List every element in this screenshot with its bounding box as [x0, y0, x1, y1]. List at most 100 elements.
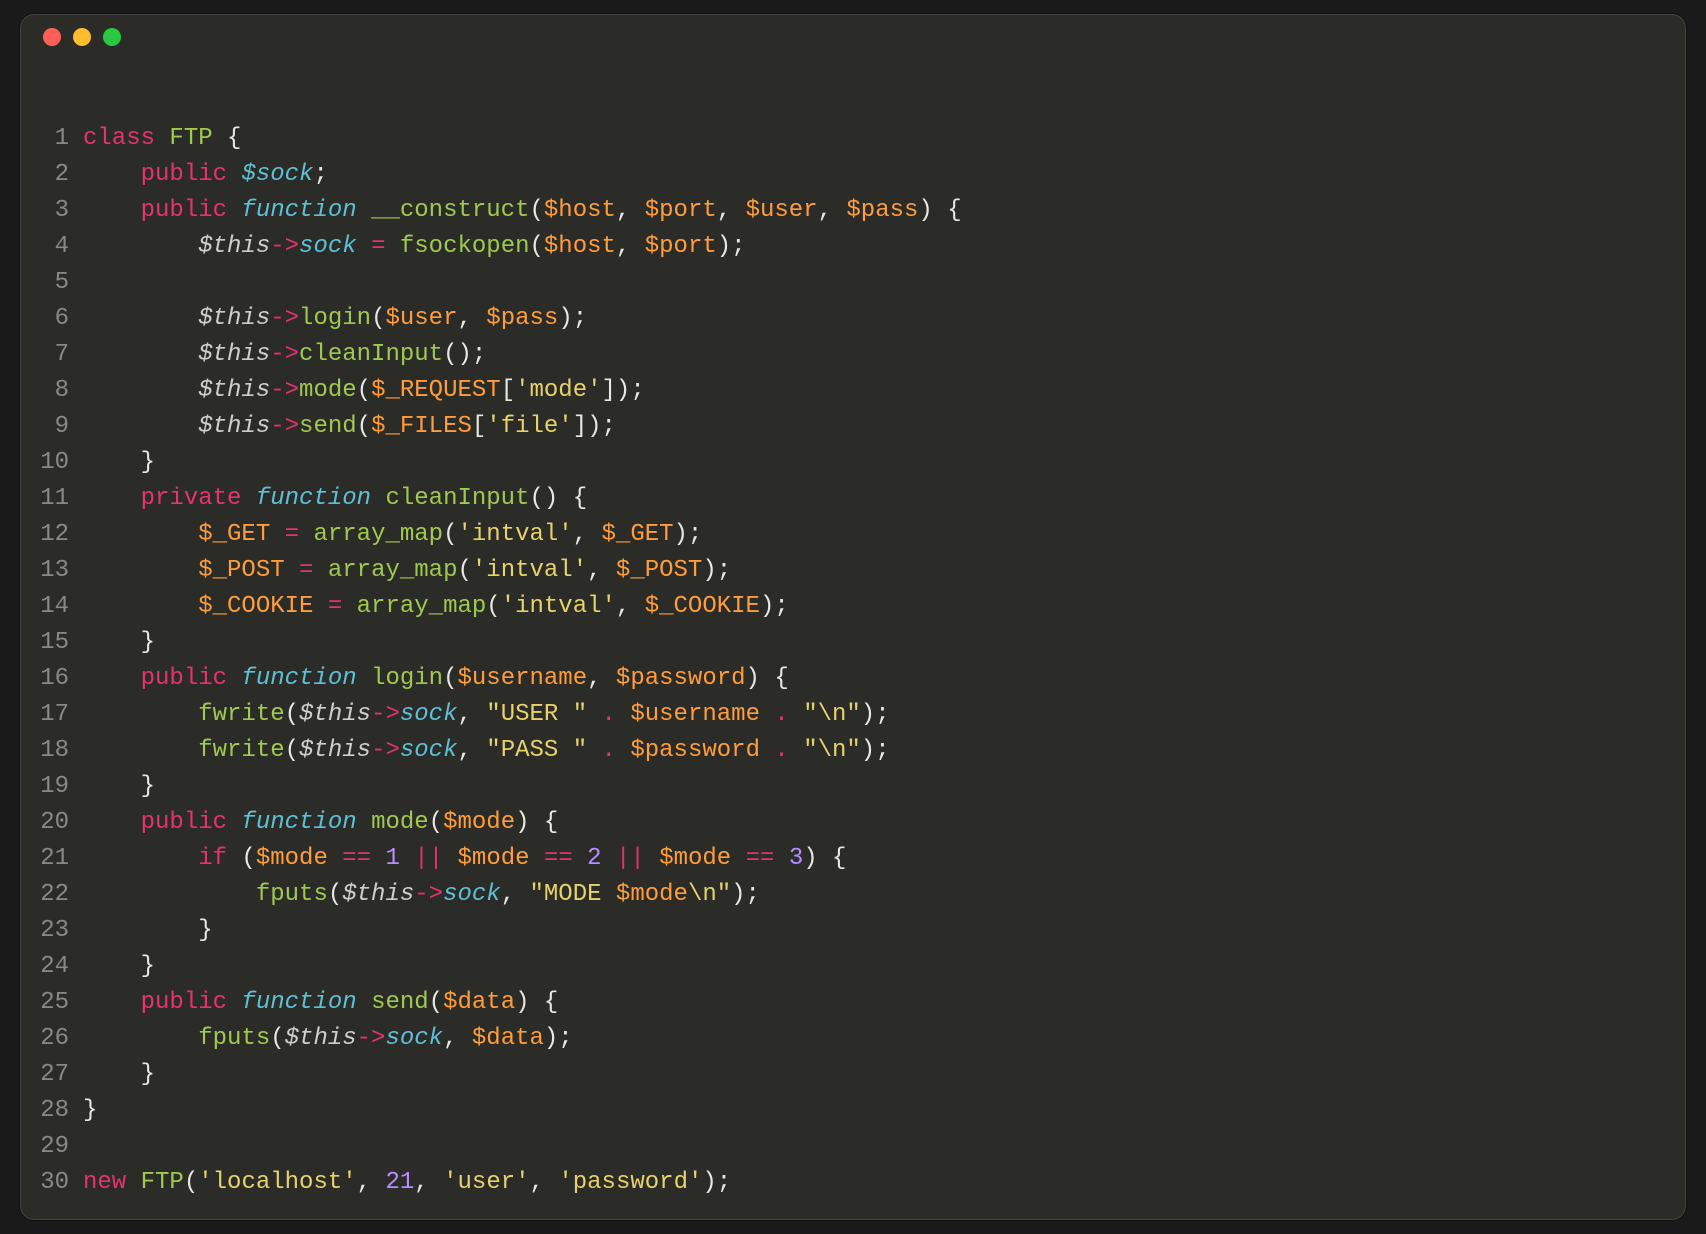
token: -> [270, 305, 299, 332]
code-content[interactable]: public function mode($mode) { [83, 805, 558, 841]
code-content[interactable]: public $sock; [83, 157, 328, 193]
code-editor[interactable]: 1class FTP {2 public $sock;3 public func… [21, 59, 1685, 1201]
token: 1 [385, 845, 399, 872]
code-line[interactable]: 24 } [21, 949, 1685, 985]
token: ( [443, 521, 457, 548]
zoom-icon[interactable] [103, 28, 121, 46]
token: $this [198, 377, 270, 404]
token [357, 233, 371, 260]
token: = [328, 593, 342, 620]
code-content[interactable]: } [83, 625, 155, 661]
code-line[interactable]: 14 $_COOKIE = array_map('intval', $_COOK… [21, 589, 1685, 625]
token: ); [760, 593, 789, 620]
code-line[interactable]: 10 } [21, 445, 1685, 481]
token: ]); [602, 377, 645, 404]
line-number: 17 [21, 697, 83, 733]
code-line[interactable]: 5 [21, 265, 1685, 301]
code-content[interactable]: $this->cleanInput(); [83, 337, 486, 373]
token: == [544, 845, 573, 872]
token: || [616, 845, 645, 872]
token: ( [184, 1169, 198, 1196]
code-line[interactable]: 26 fputs($this->sock, $data); [21, 1021, 1685, 1057]
code-line[interactable]: 11 private function cleanInput() { [21, 481, 1685, 517]
code-content[interactable]: fputs($this->sock, "MODE $mode\n"); [83, 877, 760, 913]
code-line[interactable]: 28} [21, 1093, 1685, 1129]
code-line[interactable]: 22 fputs($this->sock, "MODE $mode\n"); [21, 877, 1685, 913]
code-line[interactable]: 21 if ($mode == 1 || $mode == 2 || $mode… [21, 841, 1685, 877]
code-line[interactable]: 15 } [21, 625, 1685, 661]
code-line[interactable]: 6 $this->login($user, $pass); [21, 301, 1685, 337]
token: ( [328, 881, 342, 908]
code-content[interactable]: $_COOKIE = array_map('intval', $_COOKIE)… [83, 589, 789, 625]
code-line[interactable]: 8 $this->mode($_REQUEST['mode']); [21, 373, 1685, 409]
code-line[interactable]: 29 [21, 1129, 1685, 1165]
code-content[interactable]: $this->login($user, $pass); [83, 301, 587, 337]
code-line[interactable]: 1class FTP { [21, 121, 1685, 157]
code-line[interactable]: 13 $_POST = array_map('intval', $_POST); [21, 553, 1685, 589]
code-line[interactable]: 18 fwrite($this->sock, "PASS " . $passwo… [21, 733, 1685, 769]
token: ( [429, 809, 443, 836]
code-content[interactable]: public function __construct($host, $port… [83, 193, 962, 229]
code-line[interactable]: 4 $this->sock = fsockopen($host, $port); [21, 229, 1685, 265]
code-content[interactable]: fwrite($this->sock, "USER " . $username … [83, 697, 890, 733]
code-content[interactable]: } [83, 1057, 155, 1093]
token: ; [313, 161, 327, 188]
code-line[interactable]: 9 $this->send($_FILES['file']); [21, 409, 1685, 445]
token [400, 845, 414, 872]
token: fwrite [198, 701, 284, 728]
code-line[interactable]: 30new FTP('localhost', 21, 'user', 'pass… [21, 1165, 1685, 1201]
token: 'intval' [457, 521, 572, 548]
code-content[interactable]: fputs($this->sock, $data); [83, 1021, 573, 1057]
token [616, 737, 630, 764]
code-content[interactable]: class FTP { [83, 121, 241, 157]
code-content[interactable]: fwrite($this->sock, "PASS " . $password … [83, 733, 890, 769]
line-number: 5 [21, 265, 83, 301]
token: ); [861, 701, 890, 728]
code-line[interactable]: 20 public function mode($mode) { [21, 805, 1685, 841]
token: $port [645, 197, 717, 224]
code-content[interactable]: } [83, 769, 155, 805]
code-content[interactable]: $_GET = array_map('intval', $_GET); [83, 517, 702, 553]
code-content[interactable]: } [83, 1093, 97, 1129]
token: class [83, 125, 169, 152]
code-line[interactable]: 17 fwrite($this->sock, "USER " . $userna… [21, 697, 1685, 733]
code-content[interactable]: } [83, 949, 155, 985]
token: -> [371, 701, 400, 728]
code-content[interactable]: new FTP('localhost', 21, 'user', 'passwo… [83, 1165, 731, 1201]
code-content[interactable]: $_POST = array_map('intval', $_POST); [83, 553, 731, 589]
token: } [83, 629, 155, 656]
code-line[interactable]: 23 } [21, 913, 1685, 949]
code-content[interactable]: $this->mode($_REQUEST['mode']); [83, 373, 645, 409]
code-line[interactable]: 12 $_GET = array_map('intval', $_GET); [21, 517, 1685, 553]
code-content[interactable]: if ($mode == 1 || $mode == 2 || $mode ==… [83, 841, 846, 877]
line-number: 11 [21, 481, 83, 517]
token: $_COOKIE [645, 593, 760, 620]
code-content[interactable]: public function send($data) { [83, 985, 558, 1021]
token: == [746, 845, 775, 872]
code-line[interactable]: 2 public $sock; [21, 157, 1685, 193]
token: ( [429, 989, 443, 1016]
token: fsockopen [400, 233, 530, 260]
code-content[interactable]: } [83, 445, 155, 481]
code-line[interactable]: 25 public function send($data) { [21, 985, 1685, 1021]
code-content[interactable]: } [83, 913, 213, 949]
token: public [141, 665, 242, 692]
token: $_POST [616, 557, 702, 584]
minimize-icon[interactable] [73, 28, 91, 46]
code-line[interactable]: 27 } [21, 1057, 1685, 1093]
code-line[interactable]: 3 public function __construct($host, $po… [21, 193, 1685, 229]
code-line[interactable]: 7 $this->cleanInput(); [21, 337, 1685, 373]
code-content[interactable]: $this->sock = fsockopen($host, $port); [83, 229, 746, 265]
token [83, 557, 198, 584]
token: $this [299, 737, 371, 764]
token: sock [385, 1025, 443, 1052]
code-line[interactable]: 19 } [21, 769, 1685, 805]
code-line[interactable]: 16 public function login($username, $pas… [21, 661, 1685, 697]
close-icon[interactable] [43, 28, 61, 46]
code-content[interactable]: $this->send($_FILES['file']); [83, 409, 616, 445]
token: , [457, 305, 486, 332]
token: 'localhost' [198, 1169, 356, 1196]
token: \n" [688, 881, 731, 908]
code-content[interactable]: public function login($username, $passwo… [83, 661, 789, 697]
code-content[interactable]: private function cleanInput() { [83, 481, 587, 517]
